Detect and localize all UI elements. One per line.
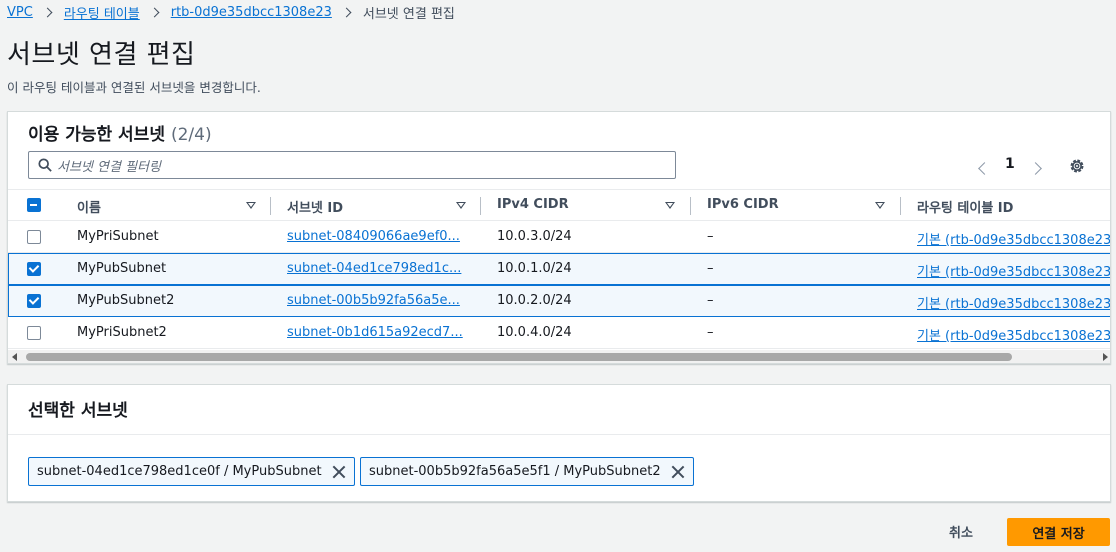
token-label: subnet-00b5b92fa56a5e5f1 / MyPubSubnet2 [369,464,661,479]
route-table-link[interactable]: 기본 (rtb-0d9e35dbcc1308e23 [917,229,1110,248]
row-checkbox[interactable] [27,230,41,244]
breadcrumb-route-tables-link[interactable]: 라우팅 테이블 [64,3,140,22]
subnet-id-link[interactable]: subnet-00b5b92fa56a5e... [287,293,460,308]
ipv4-cidr: 10.0.4.0/24 [497,325,572,340]
scroll-left-icon[interactable] [12,353,17,361]
available-subnets-title: 이용 가능한 서브넷 [28,125,165,145]
table-row[interactable]: MyPubSubnet subnet-04ed1ce798ed1c... 10.… [8,253,1110,285]
close-icon[interactable] [671,465,685,479]
breadcrumb-route-table-id-link[interactable]: rtb-0d9e35dbcc1308e23 [171,5,332,20]
ipv6-cidr: – [707,261,714,276]
subnet-id-link[interactable]: subnet-0b1d615a92ecd7... [287,325,463,340]
selected-subnets-title: 선택한 서브넷 [28,401,128,421]
available-subnets-panel: 이용 가능한 서브넷 (2/4) 서브넷 연결 필터링 1 이름 서브넷 ID I… [7,111,1111,364]
cancel-button[interactable]: 취소 [949,522,973,541]
row-checkbox[interactable] [27,262,41,276]
breadcrumb-current: 서브넷 연결 편집 [362,6,455,22]
available-subnets-count: (2/4) [170,125,212,145]
subnet-name: MyPubSubnet [77,261,167,276]
table-header: 이름 서브넷 ID IPv4 CIDR IPv6 CIDR 라우팅 테이블 ID [8,189,1110,221]
sort-icon[interactable] [665,202,675,209]
scroll-right-icon[interactable] [1103,353,1108,361]
selected-subnet-token: subnet-04ed1ce798ed1ce0f / MyPubSubnet [28,457,355,486]
subnet-name: MyPriSubnet [77,229,159,244]
divider [8,434,1110,435]
table-row[interactable]: MyPubSubnet2 subnet-00b5b92fa56a5e... 10… [8,285,1110,317]
breadcrumb: VPC 라우팅 테이블 rtb-0d9e35dbcc1308e23 서브넷 연결… [7,3,455,22]
chevron-right-icon [341,7,352,17]
column-header-name[interactable]: 이름 [77,197,101,216]
selected-subnets-panel: 선택한 서브넷 subnet-04ed1ce798ed1ce0f / MyPub… [7,384,1111,502]
select-all-checkbox[interactable] [27,198,41,212]
column-header-ipv4-cidr[interactable]: IPv4 CIDR [497,197,569,212]
table-row[interactable]: MyPriSubnet subnet-08409066ae9ef0... 10.… [8,221,1110,253]
selected-subnet-token: subnet-00b5b92fa56a5e5f1 / MyPubSubnet2 [360,457,694,486]
ipv6-cidr: – [707,229,714,244]
gear-icon[interactable] [1068,157,1086,175]
page-number[interactable]: 1 [1005,156,1015,172]
scrollbar-thumb[interactable] [26,353,1012,361]
ipv4-cidr: 10.0.3.0/24 [497,229,572,244]
route-table-link[interactable]: 기본 (rtb-0d9e35dbcc1308e23 [917,261,1110,280]
row-checkbox[interactable] [27,294,41,308]
ipv4-cidr: 10.0.2.0/24 [497,293,572,308]
sort-icon[interactable] [246,202,256,209]
chevron-right-icon [42,7,53,17]
column-header-route-table-id[interactable]: 라우팅 테이블 ID [917,197,1013,216]
column-divider[interactable] [690,197,691,215]
horizontal-scrollbar[interactable] [8,350,1110,363]
column-header-ipv6-cidr[interactable]: IPv6 CIDR [707,197,779,212]
available-subnets-header: 이용 가능한 서브넷 (2/4) [28,120,212,145]
search-icon [38,158,52,172]
chevron-right-icon [149,7,160,17]
route-table-link[interactable]: 기본 (rtb-0d9e35dbcc1308e23 [917,325,1110,344]
page-title: 서브넷 연결 편집 [7,40,196,70]
table-row[interactable]: MyPriSubnet2 subnet-0b1d615a92ecd7... 10… [8,317,1110,349]
subnet-id-link[interactable]: subnet-04ed1ce798ed1c... [287,261,461,276]
token-label: subnet-04ed1ce798ed1ce0f / MyPubSubnet [37,464,322,479]
subnet-name: MyPriSubnet2 [77,325,167,340]
breadcrumb-vpc-link[interactable]: VPC [7,5,33,20]
ipv6-cidr: – [707,325,714,340]
ipv6-cidr: – [707,293,714,308]
subnet-name: MyPubSubnet2 [77,293,175,308]
column-header-subnet-id[interactable]: 서브넷 ID [287,197,343,216]
page-description: 이 라우팅 테이블과 연결된 서브넷을 변경합니다. [7,80,261,95]
column-divider[interactable] [480,197,481,215]
ipv4-cidr: 10.0.1.0/24 [497,261,572,276]
close-icon[interactable] [332,465,346,479]
next-page-icon[interactable] [1029,162,1042,175]
sort-icon[interactable] [456,202,466,209]
previous-page-icon[interactable] [978,162,991,175]
subnet-id-link[interactable]: subnet-08409066ae9ef0... [287,229,460,244]
subnet-filter-input[interactable]: 서브넷 연결 필터링 [28,151,676,179]
row-checkbox[interactable] [27,326,41,340]
sort-icon[interactable] [875,202,885,209]
subnet-filter-placeholder: 서브넷 연결 필터링 [57,159,161,175]
save-associations-button[interactable]: 연결 저장 [1007,518,1110,546]
column-divider[interactable] [900,197,901,215]
column-divider[interactable] [270,197,271,215]
route-table-link[interactable]: 기본 (rtb-0d9e35dbcc1308e23 [917,293,1110,312]
